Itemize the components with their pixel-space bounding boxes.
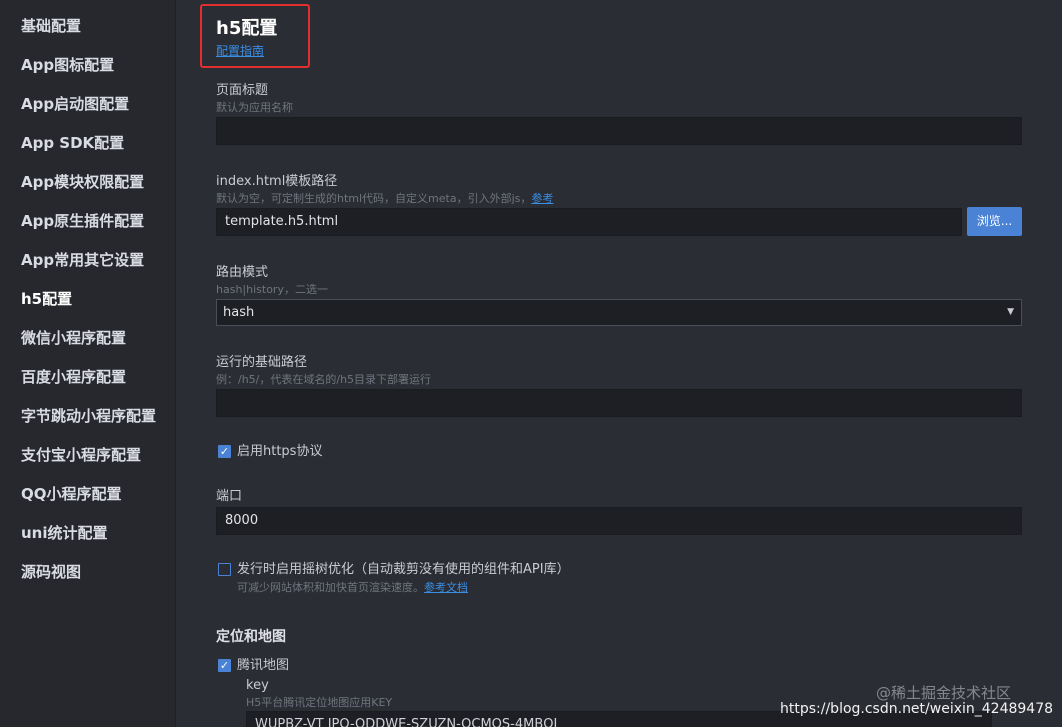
sidebar-item-app-native-plugins[interactable]: App原生插件配置: [21, 212, 144, 230]
checkmark-icon: ✓: [219, 445, 230, 458]
template-path-input[interactable]: template.h5.html: [216, 208, 962, 236]
base-path-hint: 例：/h5/，代表在域名的/h5目录下部署运行: [216, 373, 432, 386]
map-section-title: 定位和地图: [216, 629, 286, 645]
sidebar-item-app-other-settings[interactable]: App常用其它设置: [21, 251, 144, 269]
https-checkbox[interactable]: ✓: [218, 445, 231, 458]
sidebar: 基础配置 App图标配置 App启动图配置 App SDK配置 App模块权限配…: [0, 0, 176, 727]
sidebar-item-toutiao-mp[interactable]: 字节跳动小程序配置: [21, 407, 156, 425]
router-mode-selected-value: hash: [223, 305, 255, 320]
app-window: 基础配置 App图标配置 App启动图配置 App SDK配置 App模块权限配…: [0, 0, 1062, 727]
sidebar-item-h5[interactable]: h5配置: [21, 290, 72, 308]
template-path-label: index.html模板路径: [216, 174, 338, 189]
template-path-hint-text: 默认为空，可定制生成的html代码，自定义meta，引入外部js，: [216, 192, 532, 205]
treeshake-docs-link[interactable]: 参考文档: [424, 581, 468, 594]
chevron-down-icon: ▼: [1007, 307, 1014, 317]
map-key-hint: H5平台腾讯定位地图应用KEY: [246, 696, 393, 709]
csdn-watermark: https://blog.csdn.net/weixin_42489478: [780, 701, 1054, 717]
router-mode-hint: hash|history，二选一: [216, 283, 328, 296]
tencent-map-checkbox[interactable]: ✓: [218, 659, 231, 672]
map-key-label: key: [246, 678, 269, 693]
sidebar-item-basic[interactable]: 基础配置: [21, 17, 81, 35]
sidebar-item-app-sdk[interactable]: App SDK配置: [21, 134, 124, 152]
sidebar-item-baidu-mp[interactable]: 百度小程序配置: [21, 368, 126, 386]
sidebar-item-source-view[interactable]: 源码视图: [21, 563, 81, 581]
base-path-input[interactable]: [216, 389, 1022, 417]
sidebar-item-uni-stat[interactable]: uni统计配置: [21, 524, 108, 542]
config-guide-link[interactable]: 配置指南: [216, 44, 264, 59]
page-title-label: 页面标题: [216, 83, 269, 98]
checkmark-icon: ✓: [219, 659, 230, 672]
sidebar-item-app-icon[interactable]: App图标配置: [21, 56, 114, 74]
router-mode-select[interactable]: hash ▼: [216, 299, 1022, 326]
router-mode-label: 路由模式: [216, 265, 269, 280]
base-path-label: 运行的基础路径: [216, 355, 308, 370]
template-path-hint: 默认为空，可定制生成的html代码，自定义meta，引入外部js，参考: [216, 192, 553, 206]
sidebar-item-qq-mp[interactable]: QQ小程序配置: [21, 485, 122, 503]
treeshake-checkbox[interactable]: [218, 563, 231, 576]
tencent-map-label: 腾讯地图: [237, 658, 290, 673]
page-title-input[interactable]: [216, 117, 1022, 145]
treeshake-hint: 可减少网站体积和加快首页渲染速度。参考文档: [237, 581, 468, 595]
sidebar-item-app-permissions[interactable]: App模块权限配置: [21, 173, 144, 191]
main-panel: [176, 0, 1062, 727]
treeshake-hint-text: 可减少网站体积和加快首页渲染速度。: [237, 581, 424, 594]
sidebar-item-alipay-mp[interactable]: 支付宝小程序配置: [21, 446, 141, 464]
treeshake-label: 发行时启用摇树优化（自动裁剪没有使用的组件和API库）: [237, 562, 570, 577]
page-title: h5配置: [216, 18, 278, 39]
browse-button[interactable]: 浏览...: [967, 207, 1022, 236]
sidebar-item-weixin-mp[interactable]: 微信小程序配置: [21, 329, 126, 347]
template-reference-link[interactable]: 参考: [531, 192, 553, 205]
port-label: 端口: [216, 489, 243, 504]
https-label: 启用https协议: [237, 444, 323, 459]
sidebar-item-app-splash[interactable]: App启动图配置: [21, 95, 129, 113]
port-input[interactable]: 8000: [216, 507, 1022, 535]
page-title-hint: 默认为应用名称: [216, 101, 293, 114]
